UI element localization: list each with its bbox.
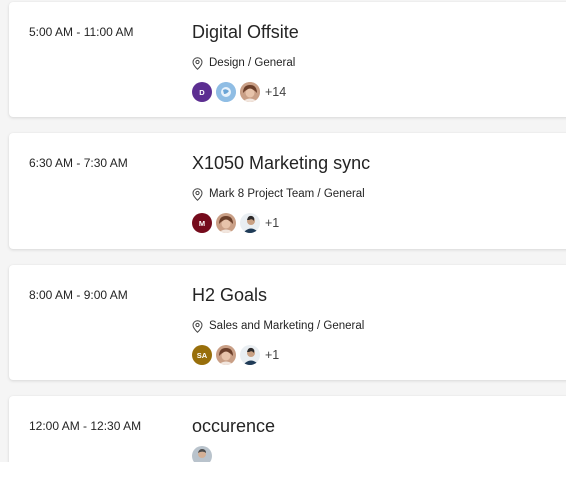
attendee-list: M +1 (192, 213, 279, 233)
attendee-list: SA +1 (192, 345, 279, 365)
person-avatar-photo[interactable] (240, 213, 260, 233)
event-title[interactable]: Digital Offsite (192, 22, 299, 43)
event-card-h2-goals[interactable]: 8:00 AM - 9:00 AM H2 Goals Sales and Mar… (9, 265, 566, 380)
event-title[interactable]: X1050 Marketing sync (192, 153, 370, 174)
event-location: Design / General (192, 55, 295, 71)
event-title[interactable]: H2 Goals (192, 285, 267, 306)
event-title[interactable]: occurence (192, 416, 275, 437)
more-attendees-count[interactable]: +1 (265, 348, 279, 362)
agenda-list: 5:00 AM - 11:00 AM Digital Offsite Desig… (0, 0, 566, 462)
attendee-list (192, 446, 216, 462)
attendee-avatar[interactable]: M (192, 213, 212, 233)
event-card-occurence[interactable]: 12:00 AM - 12:30 AM occurence (9, 396, 566, 462)
event-location-label: Design / General (209, 57, 296, 69)
event-time: 6:30 AM - 7:30 AM (29, 156, 128, 170)
more-attendees-count[interactable]: +1 (265, 216, 279, 230)
location-pin-icon (192, 56, 203, 70)
location-pin-icon (192, 319, 203, 333)
event-time: 8:00 AM - 9:00 AM (29, 288, 128, 302)
event-location: Sales and Marketing / General (192, 318, 364, 334)
person-avatar-photo[interactable] (216, 345, 236, 365)
attendee-avatar[interactable]: SA (192, 345, 212, 365)
location-pin-icon (192, 187, 203, 201)
attendee-avatar[interactable]: D (192, 82, 212, 102)
person-avatar-photo[interactable] (192, 446, 212, 462)
blank-area (0, 462, 566, 499)
event-location-label: Mark 8 Project Team / General (209, 188, 365, 200)
event-location-label: Sales and Marketing / General (209, 320, 365, 332)
event-time: 5:00 AM - 11:00 AM (29, 25, 134, 39)
event-card-digital-offsite[interactable]: 5:00 AM - 11:00 AM Digital Offsite Desig… (9, 2, 566, 117)
more-attendees-count[interactable]: +14 (265, 85, 286, 99)
person-avatar-photo[interactable] (216, 213, 236, 233)
globe-avatar-photo[interactable] (216, 82, 236, 102)
person-avatar-photo[interactable] (240, 82, 260, 102)
event-card-marketing-sync[interactable]: 6:30 AM - 7:30 AM X1050 Marketing sync M… (9, 133, 566, 249)
attendee-list: D +14 (192, 82, 286, 102)
event-time: 12:00 AM - 12:30 AM (29, 419, 142, 433)
event-location: Mark 8 Project Team / General (192, 186, 365, 202)
person-avatar-photo[interactable] (240, 345, 260, 365)
